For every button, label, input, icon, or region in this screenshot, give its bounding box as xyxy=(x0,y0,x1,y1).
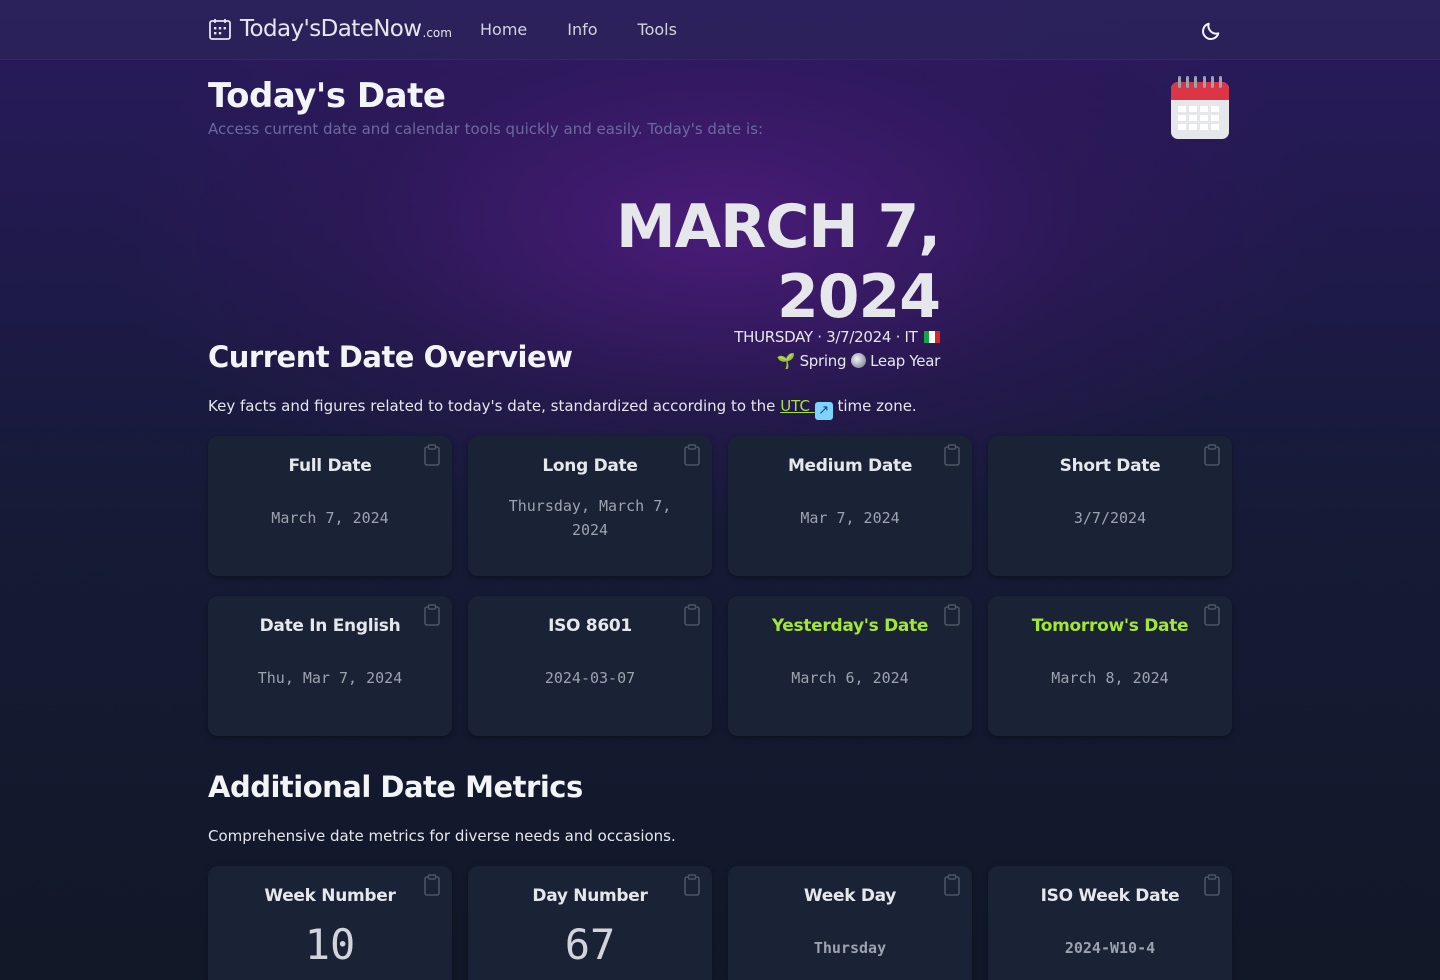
card-title: Tomorrow's Date xyxy=(1031,616,1189,636)
card-week-number: Week Number 10 xyxy=(208,866,452,980)
external-link-icon: ↗ xyxy=(814,402,833,420)
card-value: March 7, 2024 xyxy=(271,509,389,527)
calendar-emoji-icon xyxy=(1171,76,1229,139)
utc-link[interactable]: UTC ↗ xyxy=(780,397,833,420)
card-long-date: Long Date Thursday, March 7, 2024 xyxy=(468,436,712,576)
overview-desc-tail: time zone. xyxy=(832,397,917,415)
card-week-day: Week Day Thursday xyxy=(728,866,972,980)
moon-icon[interactable] xyxy=(1200,20,1222,42)
card-yesterday-date: Yesterday's Date March 6, 2024 xyxy=(728,596,972,736)
hero-weekday-line: THURSDAY · 3/7/2024 · IT xyxy=(734,328,918,346)
card-value: 3/7/2024 xyxy=(1073,509,1147,527)
card-title: Full Date xyxy=(288,456,372,476)
card-iso-8601: ISO 8601 2024-03-07 xyxy=(468,596,712,736)
clipboard-icon[interactable] xyxy=(944,604,960,626)
utc-link-label: UTC xyxy=(780,397,810,415)
brand-suffix: .com xyxy=(422,26,452,40)
clipboard-icon[interactable] xyxy=(684,444,700,466)
card-value: Thu, Mar 7, 2024 xyxy=(257,669,403,687)
main-nav: Home Info Tools xyxy=(480,20,677,39)
calendar-grid-icon xyxy=(209,19,231,40)
card-value: Mar 7, 2024 xyxy=(800,509,900,527)
overview-title: Current Date Overview xyxy=(208,340,573,374)
card-title: Yesterday's Date xyxy=(771,616,929,636)
metrics-title: Additional Date Metrics xyxy=(208,770,583,804)
hero-date: MARCH 7, 2024 xyxy=(615,192,941,332)
card-value: March 8, 2024 xyxy=(1051,669,1169,687)
card-title: ISO 8601 xyxy=(548,616,632,636)
card-iso-week-date: ISO Week Date 2024-W10-4 xyxy=(988,866,1232,980)
italy-flag-icon xyxy=(924,329,940,343)
metrics-description: Comprehensive date metrics for diverse n… xyxy=(208,827,676,845)
leap-year-label: Leap Year xyxy=(870,352,940,370)
clipboard-icon[interactable] xyxy=(684,874,700,896)
nav-info[interactable]: Info xyxy=(567,20,597,39)
clipboard-icon[interactable] xyxy=(1204,444,1220,466)
card-value: 2024-03-07 xyxy=(544,669,636,687)
card-value: Thursday xyxy=(813,939,887,957)
nav-home[interactable]: Home xyxy=(480,20,527,39)
card-full-date: Full Date March 7, 2024 xyxy=(208,436,452,576)
card-short-date: Short Date 3/7/2024 xyxy=(988,436,1232,576)
card-value: Thursday, March 7, 2024 xyxy=(508,497,672,539)
card-tomorrow-date: Tomorrow's Date March 8, 2024 xyxy=(988,596,1232,736)
card-title: Short Date xyxy=(1059,456,1161,476)
card-title: ISO Week Date xyxy=(1040,886,1180,906)
clipboard-icon[interactable] xyxy=(944,444,960,466)
card-title: Week Day xyxy=(803,886,897,906)
clipboard-icon[interactable] xyxy=(424,604,440,626)
seedling-icon: 🌱 xyxy=(776,352,796,370)
card-date-in-english: Date In English Thu, Mar 7, 2024 xyxy=(208,596,452,736)
card-value: 2024-W10-4 xyxy=(1064,939,1156,957)
brand-name: Today'sDateNow xyxy=(240,16,422,42)
page-title: Today's Date xyxy=(208,76,446,116)
page-subtitle: Access current date and calendar tools q… xyxy=(208,120,764,138)
top-navbar: Today'sDateNow .com Home Info Tools xyxy=(0,0,1440,60)
radio-dot-icon xyxy=(850,353,866,368)
season-label: Spring xyxy=(799,352,847,370)
card-value: 67 xyxy=(564,920,616,969)
overview-description: Key facts and figures related to today's… xyxy=(208,397,917,420)
card-title: Date In English xyxy=(259,616,401,636)
overview-desc-text: Key facts and figures related to today's… xyxy=(208,397,781,415)
card-value: 10 xyxy=(304,920,356,969)
card-title: Long Date xyxy=(542,456,638,476)
card-title: Week Number xyxy=(264,886,396,906)
clipboard-icon[interactable] xyxy=(944,874,960,896)
clipboard-icon[interactable] xyxy=(424,444,440,466)
clipboard-icon[interactable] xyxy=(424,874,440,896)
nav-tools[interactable]: Tools xyxy=(638,20,677,39)
card-day-number: Day Number 67 xyxy=(468,866,712,980)
card-title: Day Number xyxy=(532,886,648,906)
card-value: March 6, 2024 xyxy=(791,669,909,687)
card-medium-date: Medium Date Mar 7, 2024 xyxy=(728,436,972,576)
clipboard-icon[interactable] xyxy=(1204,604,1220,626)
card-title: Medium Date xyxy=(787,456,913,476)
clipboard-icon[interactable] xyxy=(684,604,700,626)
brand-logo-link[interactable]: Today'sDateNow .com xyxy=(208,16,452,42)
overview-card-grid: Full Date March 7, 2024 Long Date Thursd… xyxy=(208,436,1232,736)
metrics-card-grid: Week Number 10 Day Number 67 Week Day Th… xyxy=(208,866,1232,980)
clipboard-icon[interactable] xyxy=(1204,874,1220,896)
